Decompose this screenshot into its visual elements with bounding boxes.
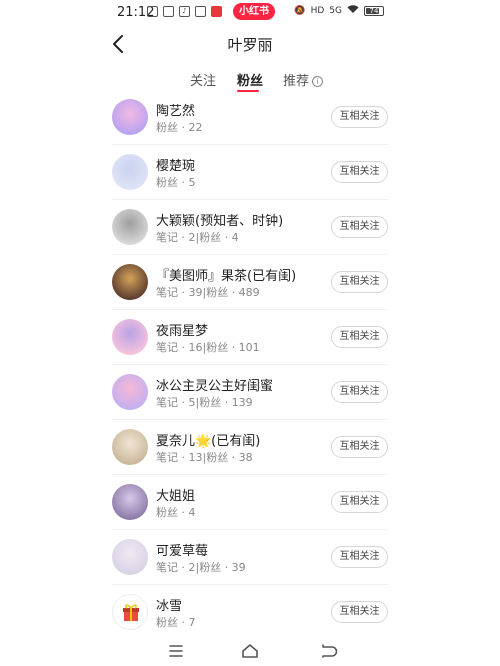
- mute-icon: 🔕: [294, 6, 306, 16]
- system-nav-bar: [0, 636, 500, 666]
- avatar[interactable]: [112, 264, 148, 300]
- follower-list: 陶艺然 粉丝 · 22 互相关注 樱楚琬 粉丝 · 5 互相关注 大颖颖(预知者、时钟) 笔记…: [0, 90, 500, 640]
- mutual-follow-button[interactable]: 互相关注: [331, 436, 388, 458]
- menu-button[interactable]: [165, 640, 187, 662]
- battery-indicator: 74: [364, 6, 384, 16]
- status-bar: 21:12 ♪ 小红书 🔕 HD 5G 74: [0, 0, 500, 24]
- user-name[interactable]: 『美图师』果茶(已有闺): [156, 265, 296, 284]
- avatar[interactable]: [112, 539, 148, 575]
- menu-icon: [169, 645, 183, 657]
- user-stats: 笔记 · 5|粉丝 · 139: [156, 396, 253, 409]
- user-stats: 笔记 · 13|粉丝 · 38: [156, 451, 253, 464]
- avatar[interactable]: [112, 429, 148, 465]
- avatar[interactable]: [112, 99, 148, 135]
- mutual-follow-button[interactable]: 互相关注: [331, 326, 388, 348]
- mutual-follow-button[interactable]: 互相关注: [331, 601, 388, 623]
- home-button[interactable]: [239, 640, 261, 662]
- user-name[interactable]: 冰公主灵公主好闺蜜: [156, 375, 273, 394]
- list-item[interactable]: 大姐姐粉丝 · 4 互相关注: [0, 475, 500, 530]
- list-item[interactable]: 夏奈儿🌟(已有闺) 笔记 · 13|粉丝 · 38 互相关注: [0, 420, 500, 475]
- hd-label: HD: [310, 6, 325, 16]
- mutual-follow-button[interactable]: 互相关注: [331, 491, 388, 513]
- user-stats: 笔记 · 16|粉丝 · 101: [156, 341, 260, 354]
- back-icon: [322, 644, 338, 658]
- back-nav-button[interactable]: [317, 640, 339, 662]
- list-item[interactable]: 冰公主灵公主好闺蜜笔记 · 5|粉丝 · 139 互相关注: [0, 365, 500, 420]
- battery-level: 74: [369, 7, 379, 15]
- user-name[interactable]: 大颖颖(预知者、时钟): [156, 210, 283, 229]
- page-title: 叶罗丽: [227, 36, 273, 54]
- list-item[interactable]: 夜雨星梦笔记 · 16|粉丝 · 101 互相关注: [0, 310, 500, 365]
- red-app-notification-icon: [211, 6, 222, 17]
- avatar[interactable]: [112, 374, 148, 410]
- tiktok-notification-icon: ♪: [179, 6, 190, 17]
- tab-followers[interactable]: 粉丝: [237, 70, 263, 89]
- list-item[interactable]: 大颖颖(预知者、时钟) 笔记 · 2|粉丝 · 4 互相关注: [0, 200, 500, 255]
- user-stats: 粉丝 · 5: [156, 176, 196, 189]
- user-name[interactable]: 大姐姐: [156, 485, 195, 504]
- gallery-notification-icon: [147, 6, 158, 17]
- user-stats: 粉丝 · 4: [156, 506, 196, 519]
- user-name[interactable]: 樱楚琬: [156, 155, 195, 174]
- message-notification-icon: [163, 6, 174, 17]
- mutual-follow-button[interactable]: 互相关注: [331, 546, 388, 568]
- avatar[interactable]: [112, 154, 148, 190]
- avatar[interactable]: [112, 319, 148, 355]
- header: 叶罗丽: [0, 24, 500, 64]
- user-stats: 粉丝 · 22: [156, 121, 203, 134]
- user-stats: 笔记 · 39|粉丝 · 489: [156, 286, 260, 299]
- tab-recommend[interactable]: 推荐 i: [283, 70, 324, 89]
- user-name[interactable]: 夜雨星梦: [156, 320, 208, 339]
- avatar[interactable]: [112, 209, 148, 245]
- app-badge: 小红书: [233, 3, 275, 20]
- list-item[interactable]: 可爱草莓笔记 · 2|粉丝 · 39 互相关注: [0, 530, 500, 585]
- mutual-follow-button[interactable]: 互相关注: [331, 271, 388, 293]
- avatar[interactable]: [112, 484, 148, 520]
- status-indicators: 🔕 HD 5G 74: [294, 5, 384, 17]
- tab-following[interactable]: 关注: [190, 70, 216, 89]
- list-item[interactable]: 冰雪粉丝 · 7 互相关注: [0, 585, 500, 640]
- user-name[interactable]: 冰雪: [156, 595, 182, 614]
- user-name[interactable]: 陶艺然: [156, 100, 195, 119]
- home-icon: [242, 644, 258, 658]
- wifi-icon: [347, 5, 359, 17]
- user-stats: 笔记 · 2|粉丝 · 39: [156, 561, 246, 574]
- mutual-follow-button[interactable]: 互相关注: [331, 106, 388, 128]
- mutual-follow-button[interactable]: 互相关注: [331, 161, 388, 183]
- user-name[interactable]: 夏奈儿🌟(已有闺): [156, 430, 260, 449]
- mutual-follow-button[interactable]: 互相关注: [331, 381, 388, 403]
- tab-recommend-label: 推荐: [283, 74, 310, 89]
- mutual-follow-button[interactable]: 互相关注: [331, 216, 388, 238]
- avatar[interactable]: [112, 594, 148, 630]
- user-stats: 笔记 · 2|粉丝 · 4: [156, 231, 239, 244]
- app-notification-icon: [195, 6, 206, 17]
- list-item[interactable]: 樱楚琬粉丝 · 5 互相关注: [0, 145, 500, 200]
- status-app-icons: ♪: [147, 6, 222, 17]
- info-icon[interactable]: i: [312, 76, 324, 87]
- user-stats: 粉丝 · 7: [156, 616, 196, 629]
- list-item[interactable]: 『美图师』果茶(已有闺) 笔记 · 39|粉丝 · 489 互相关注: [0, 255, 500, 310]
- user-name[interactable]: 可爱草莓: [156, 540, 208, 559]
- list-item[interactable]: 陶艺然粉丝 · 22 互相关注: [0, 90, 500, 145]
- gift-icon: [123, 604, 139, 621]
- network-label: 5G: [329, 6, 342, 16]
